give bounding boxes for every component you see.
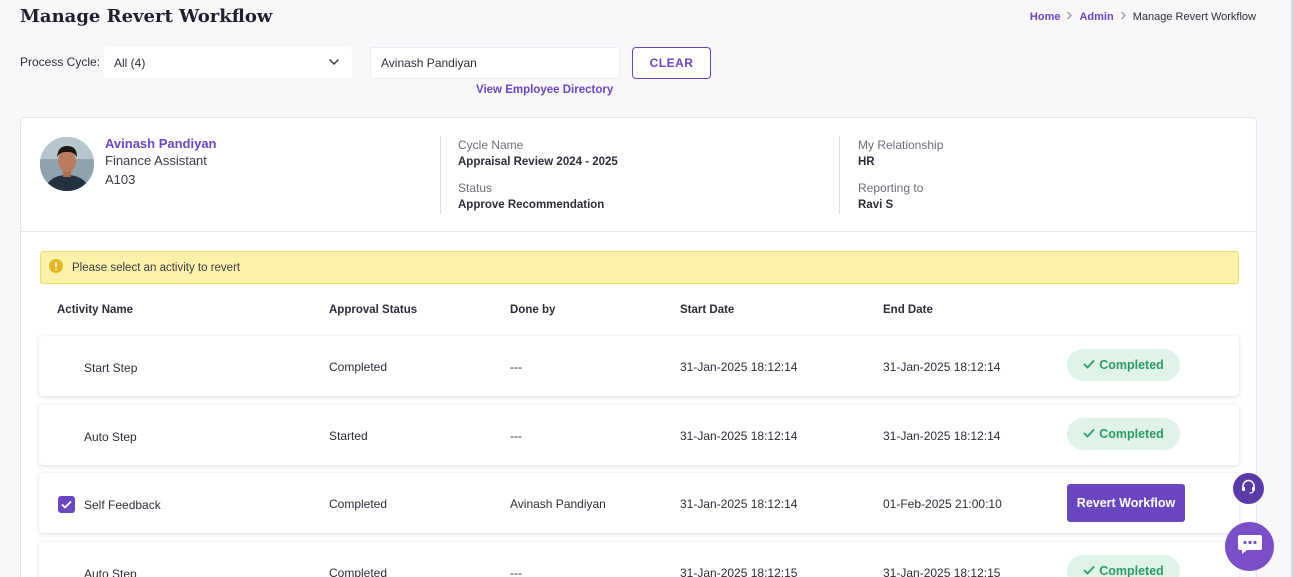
completed-badge-label: Completed xyxy=(1099,427,1164,441)
start-date: 31-Jan-2025 18:12:15 xyxy=(680,566,798,577)
reporting-label: Reporting to xyxy=(858,181,924,195)
cycle-name-label: Cycle Name xyxy=(458,138,524,152)
completed-badge: Completed xyxy=(1067,555,1180,577)
column-header-start-date: Start Date xyxy=(680,304,735,316)
process-cycle-value: All (4) xyxy=(114,55,146,70)
approval-status: Completed xyxy=(329,566,388,577)
chevron-down-icon xyxy=(328,56,340,71)
activity-name: Start Step xyxy=(84,361,138,375)
done-by: --- xyxy=(510,566,522,577)
chevron-right-icon xyxy=(1120,11,1127,23)
done-by: Avinash Pandiyan xyxy=(510,497,606,511)
approval-status: Completed xyxy=(329,497,388,511)
alert-message: Please select an activity to revert xyxy=(72,261,241,274)
start-date: 31-Jan-2025 18:12:14 xyxy=(680,429,798,443)
table-row[interactable]: Auto Step Completed --- 31-Jan-2025 18:1… xyxy=(39,542,1239,577)
chat-button[interactable] xyxy=(1225,522,1274,571)
table-row[interactable]: Auto Step Started --- 31-Jan-2025 18:12:… xyxy=(39,405,1239,465)
status-label: Status xyxy=(458,181,493,195)
check-icon xyxy=(1083,564,1095,577)
page-title: Manage Revert Workflow xyxy=(20,6,273,27)
breadcrumb-current: Manage Revert Workflow xyxy=(1132,11,1256,23)
view-employee-directory-link[interactable]: View Employee Directory xyxy=(476,84,613,96)
check-icon xyxy=(1083,427,1095,441)
relationship-value: HR xyxy=(858,156,875,168)
info-icon xyxy=(49,259,63,276)
chat-icon xyxy=(1236,532,1264,561)
headset-icon xyxy=(1240,478,1257,500)
activity-name: Auto Step xyxy=(84,567,137,577)
breadcrumb-home-link[interactable]: Home xyxy=(1030,11,1061,23)
start-date: 31-Jan-2025 18:12:14 xyxy=(680,360,798,374)
cycle-name-value: Appraisal Review 2024 - 2025 xyxy=(458,156,618,168)
divider xyxy=(839,136,840,214)
revert-workflow-button[interactable]: Revert Workflow xyxy=(1067,484,1185,522)
table-row[interactable]: Start Step Completed --- 31-Jan-2025 18:… xyxy=(39,336,1239,396)
completed-badge-label: Completed xyxy=(1099,358,1164,372)
divider xyxy=(440,136,441,214)
employee-search-input[interactable]: Avinash Pandiyan xyxy=(370,47,620,79)
done-by: --- xyxy=(510,429,522,443)
activity-name: Self Feedback xyxy=(84,498,161,512)
employee-id: A103 xyxy=(105,172,136,187)
clear-button[interactable]: CLEAR xyxy=(632,47,711,79)
employee-role: Finance Assistant xyxy=(105,153,207,168)
process-cycle-label: Process Cycle: xyxy=(20,55,101,69)
column-header-activity: Activity Name xyxy=(57,304,134,316)
workflow-card: Avinash Pandiyan Finance Assistant A103 … xyxy=(20,117,1257,577)
end-date: 01-Feb-2025 21:00:10 xyxy=(883,497,1002,511)
support-button[interactable] xyxy=(1233,473,1264,504)
breadcrumb-admin-link[interactable]: Admin xyxy=(1079,11,1113,23)
end-date: 31-Jan-2025 18:12:14 xyxy=(883,429,1001,443)
activity-name: Auto Step xyxy=(84,430,137,444)
column-header-done-by: Done by xyxy=(510,304,556,316)
column-header-approval-status: Approval Status xyxy=(329,304,418,316)
column-header-end-date: End Date xyxy=(883,304,933,316)
check-icon xyxy=(1083,358,1095,372)
end-date: 31-Jan-2025 18:12:15 xyxy=(883,566,1001,577)
status-value: Approve Recommendation xyxy=(458,199,605,211)
reporting-value: Ravi S xyxy=(858,199,894,211)
row-select-checkbox[interactable] xyxy=(58,496,75,513)
done-by: --- xyxy=(510,360,522,374)
table-row[interactable]: Self Feedback Completed Avinash Pandiyan… xyxy=(39,473,1239,533)
relationship-label: My Relationship xyxy=(858,138,944,152)
approval-status: Completed xyxy=(329,360,388,374)
completed-badge-label: Completed xyxy=(1099,564,1164,577)
chevron-right-icon xyxy=(1066,11,1073,23)
employee-name[interactable]: Avinash Pandiyan xyxy=(105,136,217,151)
start-date: 31-Jan-2025 18:12:14 xyxy=(680,497,798,511)
approval-status: Started xyxy=(329,429,368,443)
avatar xyxy=(40,137,94,191)
select-activity-alert: Please select an activity to revert xyxy=(40,251,1239,284)
end-date: 31-Jan-2025 18:12:14 xyxy=(883,360,1001,374)
completed-badge: Completed xyxy=(1067,349,1180,381)
employee-summary: Avinash Pandiyan Finance Assistant A103 … xyxy=(21,118,1256,232)
breadcrumb: Home Admin Manage Revert Workflow xyxy=(1030,11,1256,23)
process-cycle-select[interactable]: All (4) xyxy=(104,47,352,78)
completed-badge: Completed xyxy=(1067,418,1180,450)
